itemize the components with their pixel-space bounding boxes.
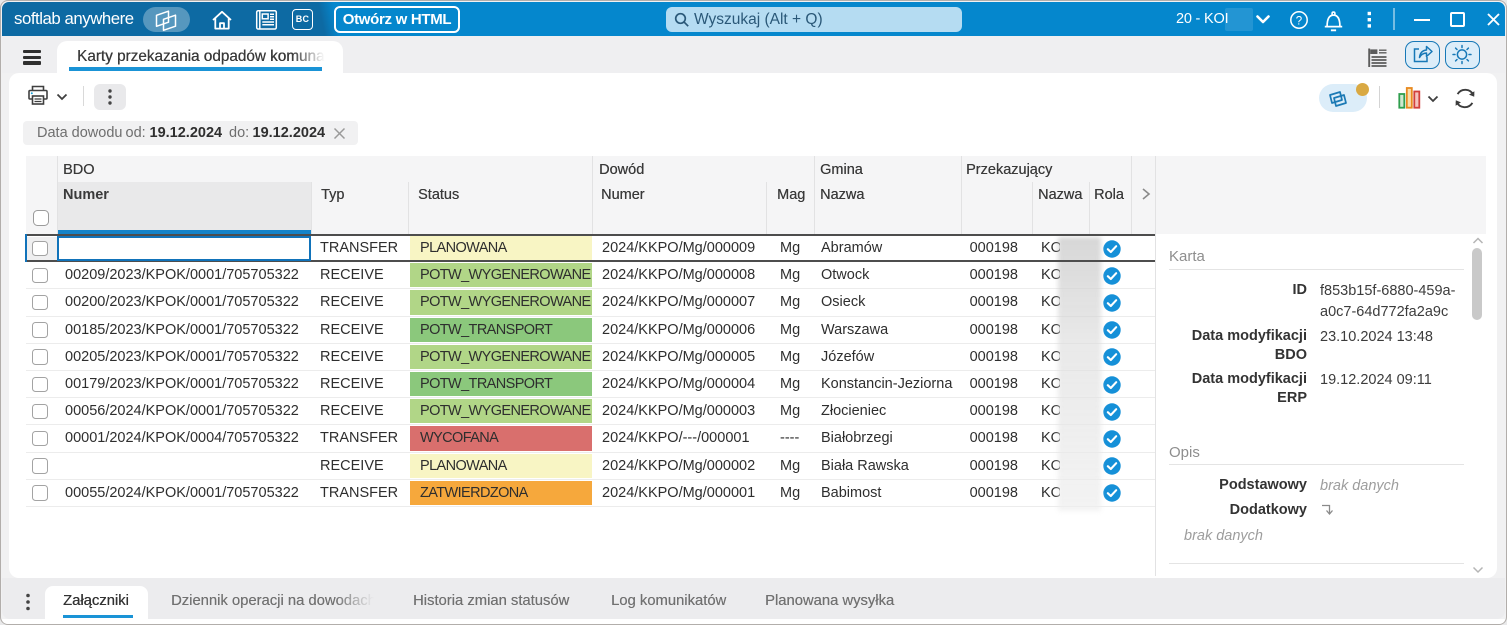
svg-text:?: ? [1295,15,1301,27]
